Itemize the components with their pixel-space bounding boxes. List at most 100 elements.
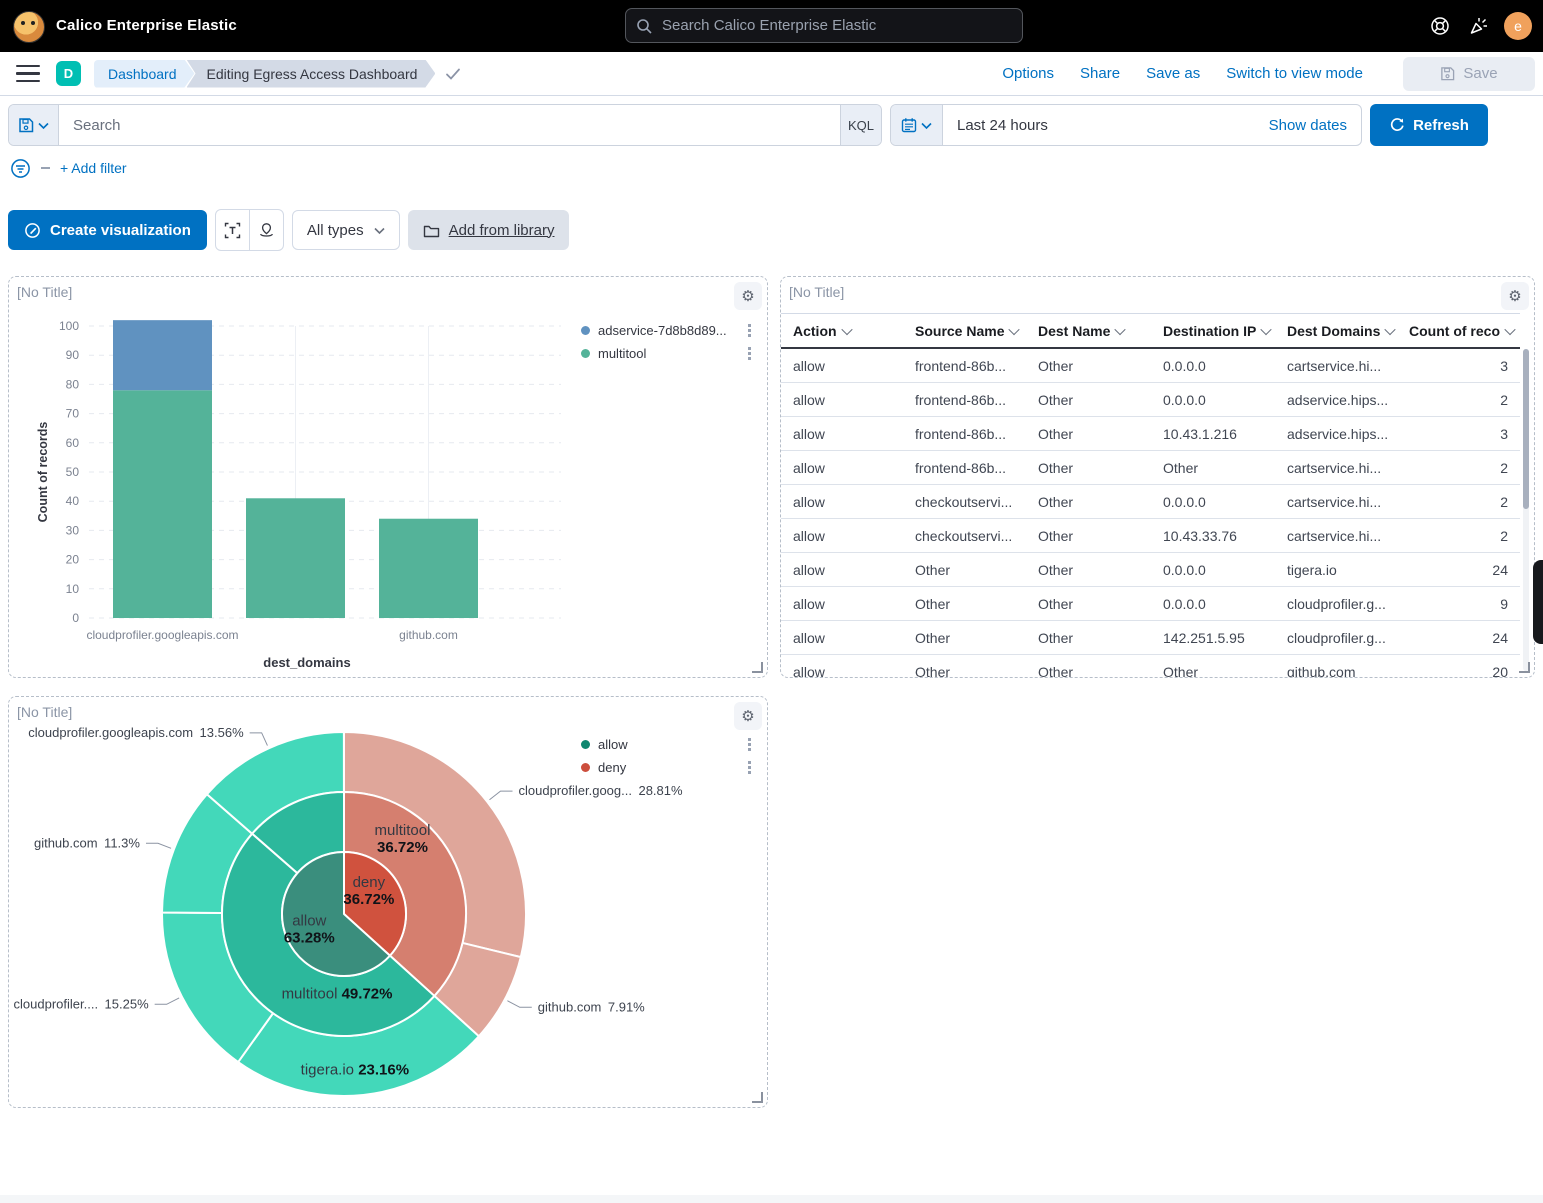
- calico-logo[interactable]: [13, 11, 45, 43]
- table-cell: 24: [1409, 630, 1520, 646]
- panel-settings-gear-icon[interactable]: ⚙: [1501, 282, 1529, 310]
- kql-language-button[interactable]: KQL: [840, 105, 881, 145]
- time-range-value[interactable]: Last 24 hours: [957, 117, 1259, 134]
- collapsed-flyout-handle[interactable]: [1533, 560, 1543, 644]
- table-cell: cloudprofiler.g...: [1287, 630, 1409, 646]
- refresh-button[interactable]: Refresh: [1370, 104, 1488, 146]
- svg-text:40: 40: [66, 494, 80, 508]
- column-header[interactable]: Dest Domains: [1287, 323, 1409, 339]
- legend-menu-button[interactable]: [741, 737, 757, 753]
- legend-color-dot: [581, 349, 590, 358]
- panel-resize-handle[interactable]: [752, 662, 763, 673]
- table-cell: Other: [915, 664, 1038, 678]
- sort-chevron-icon: [1261, 323, 1272, 334]
- legend-item[interactable]: multitool: [581, 342, 757, 365]
- column-header[interactable]: Destination IP: [1163, 323, 1287, 339]
- table-cell: cartservice.hi...: [1287, 494, 1409, 510]
- svg-text:20: 20: [66, 553, 80, 567]
- table-cell: 2: [1409, 494, 1520, 510]
- table-cell: allow: [793, 494, 915, 510]
- table-row: allowcheckoutservi...Other0.0.0.0cartser…: [781, 485, 1520, 519]
- table-cell: 2: [1409, 392, 1520, 408]
- annotation-tools-group: [215, 209, 284, 251]
- column-header[interactable]: Action: [793, 323, 915, 339]
- svg-text:100: 100: [59, 319, 79, 333]
- panel-title: [No Title]: [17, 704, 72, 720]
- table-cell: allow: [793, 630, 915, 646]
- create-visualization-button[interactable]: Create visualization: [8, 210, 207, 250]
- refresh-label: Refresh: [1413, 117, 1469, 134]
- all-types-dropdown[interactable]: All types: [292, 210, 400, 250]
- dashboard-app-badge[interactable]: D: [56, 61, 81, 86]
- boxes-vertical-icon: [748, 766, 751, 769]
- table-cell: allow: [793, 392, 915, 408]
- save-as-link[interactable]: Save as: [1146, 65, 1200, 82]
- table-cell: 0.0.0.0: [1163, 494, 1287, 510]
- add-map-button[interactable]: [250, 210, 283, 250]
- options-link[interactable]: Options: [1002, 65, 1054, 82]
- announcements-icon[interactable]: [1468, 15, 1490, 37]
- svg-text:30: 30: [66, 523, 80, 537]
- panel-settings-gear-icon[interactable]: ⚙: [734, 282, 762, 310]
- add-filter-link[interactable]: + Add filter: [60, 160, 127, 176]
- sunburst-chart[interactable]: multitool36.72%deny36.72%allow63.28%mult…: [9, 725, 769, 1109]
- panel-resize-handle[interactable]: [1519, 662, 1530, 673]
- table-scrollbar-thumb[interactable]: [1523, 349, 1529, 509]
- svg-text:github.com 11.3%: github.com 11.3%: [34, 835, 140, 850]
- table-cell: Other: [1038, 596, 1163, 612]
- calendar-icon: [901, 117, 917, 133]
- panel-sunburst: [No Title] ⚙ multitool36.72%deny36.72%al…: [8, 696, 768, 1108]
- kql-search-input[interactable]: [59, 117, 840, 134]
- chevron-down-icon: [374, 226, 385, 235]
- legend-item[interactable]: allow: [581, 733, 757, 756]
- add-text-button[interactable]: [216, 210, 249, 250]
- table-cell: Other: [1163, 664, 1287, 678]
- breadcrumb-current: Editing Egress Access Dashboard: [187, 60, 436, 88]
- legend-menu-button[interactable]: [741, 323, 757, 339]
- table-row: allowfrontend-86b...OtherOthercartservic…: [781, 451, 1520, 485]
- column-header[interactable]: Source Name: [915, 323, 1038, 339]
- sort-chevron-icon: [1115, 323, 1126, 334]
- table-cell: Other: [1163, 460, 1287, 476]
- bar-chart-legend: adservice-7d8b8d89... multitool: [581, 319, 757, 365]
- column-header[interactable]: Count of reco: [1409, 323, 1520, 339]
- table-cell: 3: [1409, 358, 1520, 374]
- table-row: allowfrontend-86b...Other0.0.0.0adservic…: [781, 383, 1520, 417]
- column-header[interactable]: Dest Name: [1038, 323, 1163, 339]
- panel-resize-handle[interactable]: [752, 1092, 763, 1103]
- svg-text:multitool: multitool: [375, 822, 431, 839]
- switch-view-mode-link[interactable]: Switch to view mode: [1226, 65, 1363, 82]
- show-dates-link[interactable]: Show dates: [1269, 117, 1347, 134]
- global-search[interactable]: [625, 8, 1023, 43]
- kql-search: KQL: [59, 105, 881, 145]
- table-row: allowcheckoutservi...Other10.43.33.76car…: [781, 519, 1520, 553]
- app-title: Calico Enterprise Elastic: [56, 17, 237, 34]
- time-range-control[interactable]: Last 24 hours Show dates: [943, 105, 1361, 145]
- global-search-input[interactable]: [660, 16, 1012, 35]
- legend-menu-button[interactable]: [741, 760, 757, 776]
- filter-icon[interactable]: [10, 158, 31, 179]
- table-cell: Other: [1038, 494, 1163, 510]
- saved-query-menu-button[interactable]: [9, 105, 59, 145]
- legend-item[interactable]: adservice-7d8b8d89...: [581, 319, 757, 342]
- legend-color-dot: [581, 326, 590, 335]
- help-icon[interactable]: [1429, 15, 1451, 37]
- table-cell: 24: [1409, 562, 1520, 578]
- table-cell: 2: [1409, 460, 1520, 476]
- breadcrumb-dashboard[interactable]: Dashboard: [94, 60, 195, 88]
- save-button[interactable]: Save: [1403, 57, 1535, 91]
- legend-menu-button[interactable]: [741, 346, 757, 362]
- legend-item[interactable]: deny: [581, 756, 757, 779]
- table-cell: allow: [793, 460, 915, 476]
- legend-color-dot: [581, 763, 590, 772]
- quick-select-time-button[interactable]: [891, 105, 943, 145]
- svg-text:70: 70: [66, 407, 80, 421]
- table-cell: 0.0.0.0: [1163, 358, 1287, 374]
- sunburst-legend: allow deny: [581, 733, 757, 779]
- share-link[interactable]: Share: [1080, 65, 1120, 82]
- user-avatar[interactable]: e: [1504, 12, 1532, 40]
- menu-icon[interactable]: [16, 65, 40, 83]
- add-from-library-button[interactable]: Add from library: [408, 210, 570, 250]
- table-cell: 0.0.0.0: [1163, 562, 1287, 578]
- table-cell: checkoutservi...: [915, 528, 1038, 544]
